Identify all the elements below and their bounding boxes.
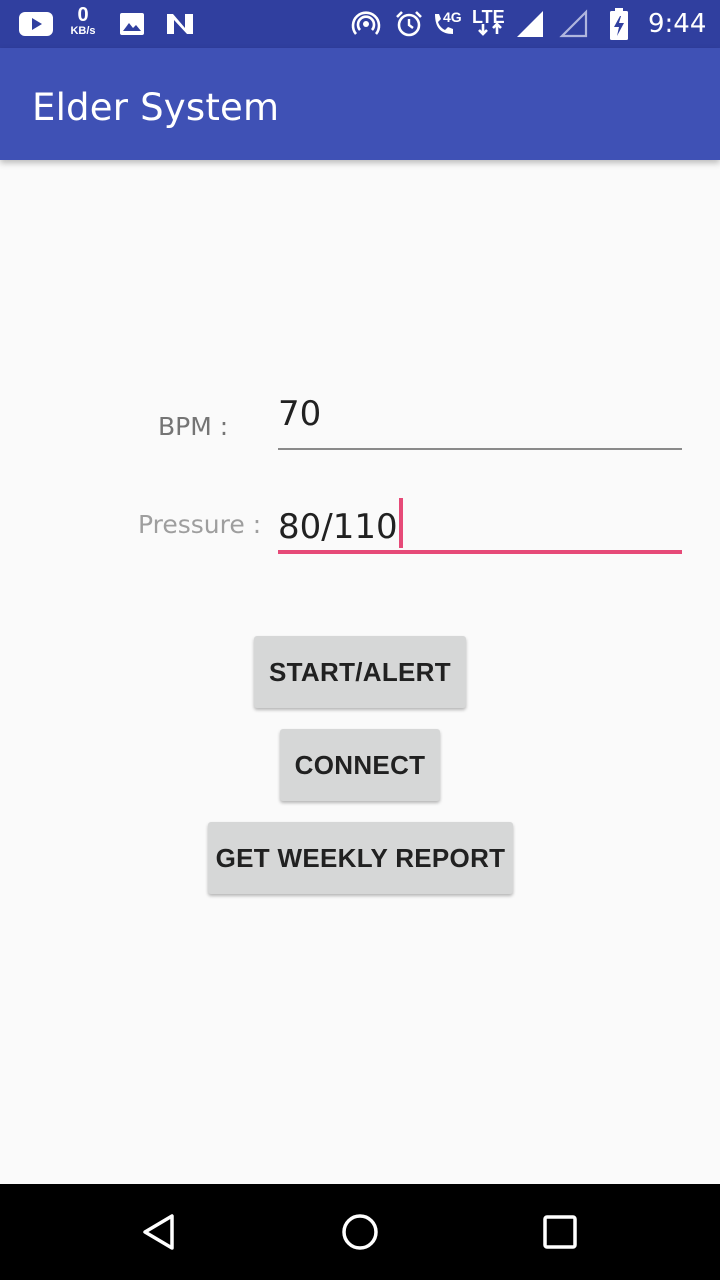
pressure-input-underline — [278, 550, 682, 554]
status-clock: 9:44 — [648, 9, 707, 39]
app-bar: Elder System — [0, 48, 720, 160]
pressure-input-value: 80/110 — [278, 507, 398, 547]
alarm-icon — [393, 0, 425, 48]
network-4g-label: 4G — [443, 9, 462, 25]
pressure-label: Pressure : — [138, 510, 262, 539]
bpm-input-value: 70 — [278, 394, 322, 434]
network-speed-value: 0 — [77, 4, 89, 26]
pressure-input[interactable]: 80/110 — [278, 498, 682, 554]
bpm-input-underline — [278, 448, 682, 450]
text-cursor — [398, 498, 403, 548]
bpm-input[interactable]: 70 — [278, 394, 682, 450]
hotspot-icon — [350, 0, 382, 48]
signal-empty-icon — [558, 0, 590, 48]
status-bar: 0 KB/s 4G LTE 9:44 — [0, 0, 720, 48]
image-icon — [118, 0, 146, 48]
pressure-input-text: 80/110 — [278, 498, 403, 548]
data-arrows-icon — [474, 14, 506, 42]
app-title: Elder System — [32, 86, 280, 129]
connect-button[interactable]: CONNECT — [280, 729, 440, 801]
signal-icon — [514, 0, 546, 48]
network-speed: 0 KB/s — [66, 5, 100, 37]
network-speed-unit: KB/s — [70, 25, 96, 37]
back-icon[interactable] — [100, 1184, 220, 1280]
home-icon[interactable] — [300, 1184, 420, 1280]
get-weekly-report-button[interactable]: GET WEEKLY REPORT — [208, 822, 513, 894]
navigation-bar — [0, 1184, 720, 1280]
recents-icon[interactable] — [500, 1184, 620, 1280]
battery-charging-icon — [606, 0, 632, 48]
start-alert-button[interactable]: START/ALERT — [254, 636, 466, 708]
bpm-label: BPM : — [158, 412, 229, 441]
youtube-icon — [18, 0, 54, 48]
n-app-icon — [164, 0, 196, 48]
